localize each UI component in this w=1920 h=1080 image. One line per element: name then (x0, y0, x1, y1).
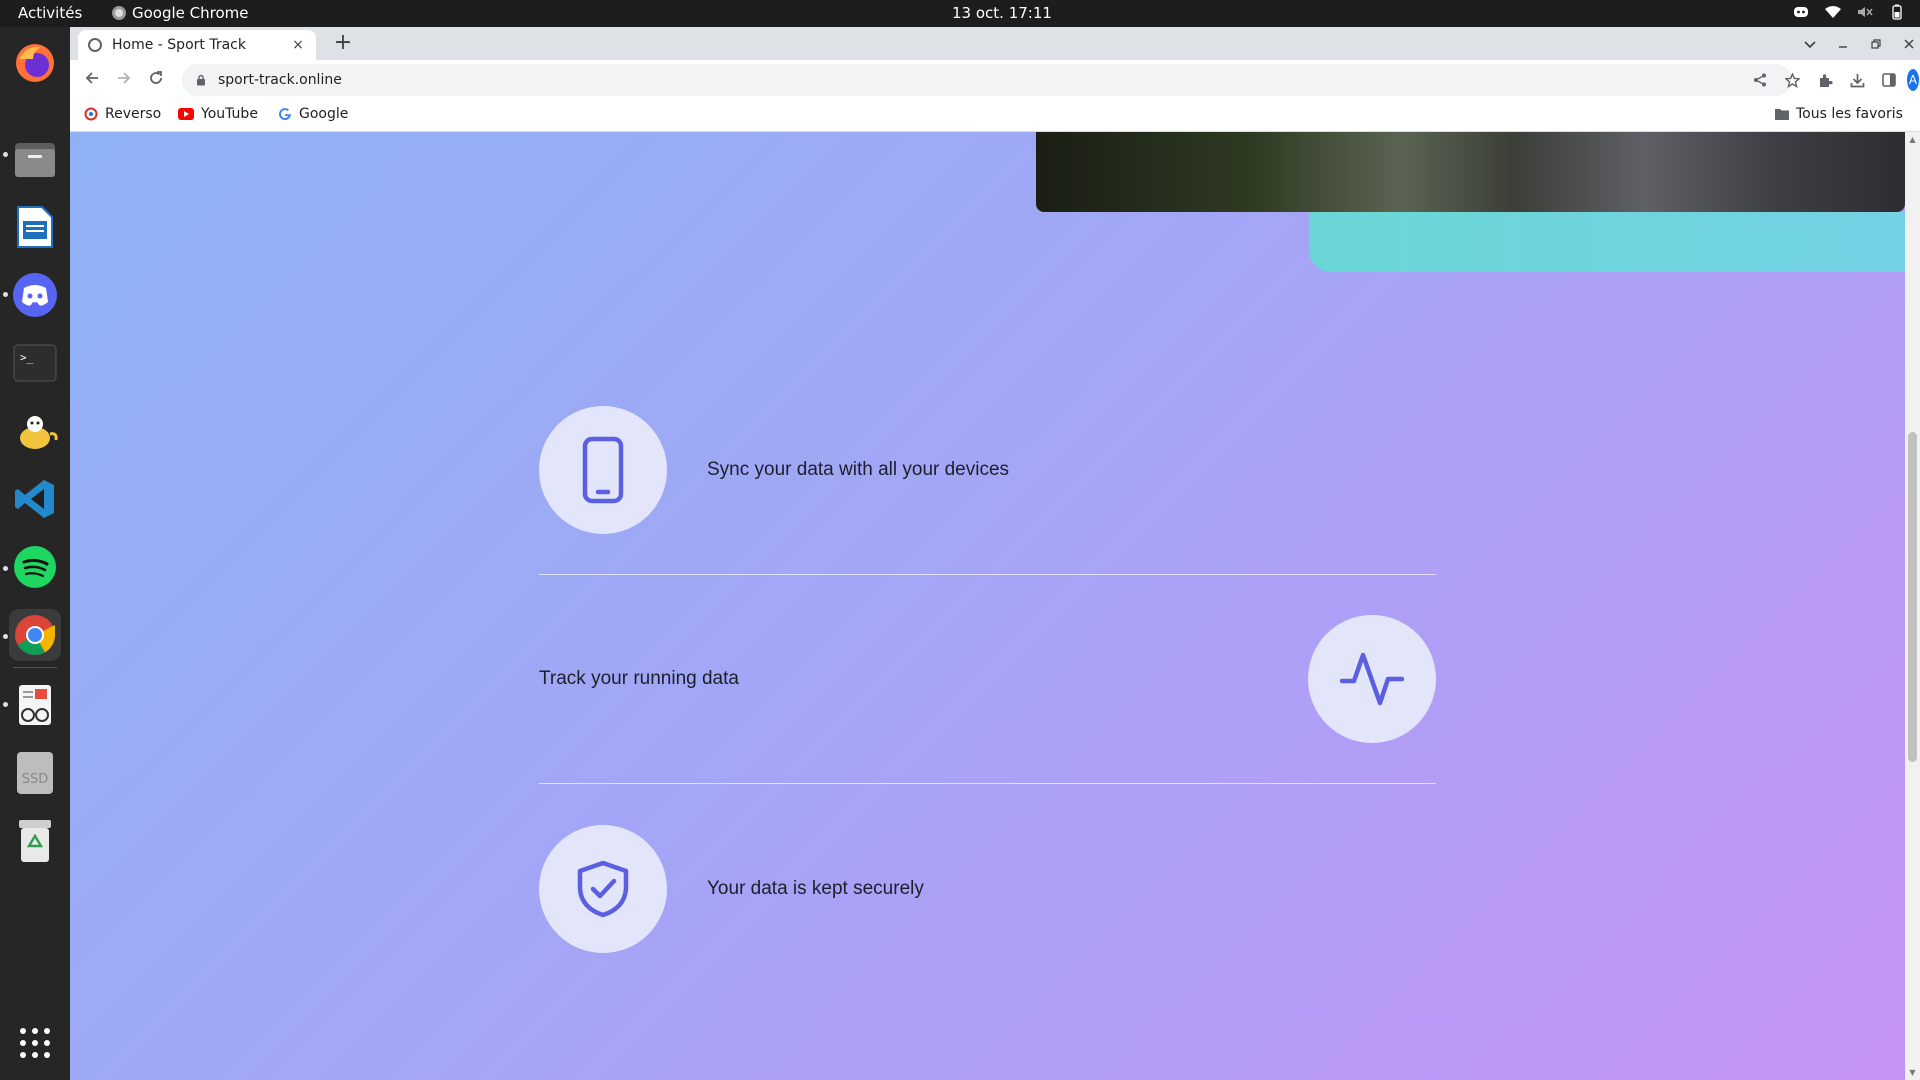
running-indicator (3, 292, 8, 297)
discord-tray-icon[interactable] (1792, 3, 1810, 21)
running-indicator (3, 634, 8, 639)
battery-icon[interactable] (1888, 3, 1906, 21)
running-indicator (3, 152, 8, 157)
running-indicator (3, 566, 8, 571)
globe-favicon-icon (88, 38, 102, 52)
new-tab-button[interactable]: + (330, 31, 356, 57)
app-name: Google Chrome (132, 4, 249, 22)
all-bookmarks-label: Tous les favoris (1796, 106, 1903, 122)
avatar: A (1907, 69, 1919, 91)
page-scrollbar[interactable]: ▲ ▼ (1905, 132, 1920, 1080)
bookmark-youtube[interactable]: YouTube (178, 106, 258, 122)
discord-icon[interactable] (9, 269, 61, 321)
volume-muted-icon[interactable] (1856, 3, 1874, 21)
feature-icon-circle (539, 824, 667, 953)
feature-text: Your data is kept securely (707, 877, 924, 899)
close-tab-icon[interactable]: × (290, 37, 306, 53)
browser-window: Home - Sport Track × + sport-track.onlin… (70, 27, 1920, 1080)
folder-icon (1775, 109, 1789, 120)
terminal-icon[interactable]: >_ (9, 337, 61, 389)
url-text: sport-track.online (218, 72, 342, 88)
scroll-up-icon[interactable]: ▲ (1908, 135, 1917, 144)
spotify-icon[interactable] (9, 541, 61, 593)
feature-sync: Sync your data with all your devices (539, 366, 1436, 575)
feature-security: Your data is kept securely (539, 784, 1436, 993)
tab-search-chevron-icon[interactable] (1797, 31, 1823, 57)
google-icon (279, 108, 291, 121)
share-icon[interactable] (1746, 64, 1774, 96)
features-list: Sync your data with all your devices Tra… (539, 366, 1436, 993)
reader-icon[interactable] (9, 679, 61, 731)
feature-track: Track your running data (539, 575, 1436, 784)
running-indicator (3, 702, 8, 707)
tab-strip: Home - Sport Track × + (70, 27, 1920, 60)
web-page: Sync your data with all your devices Tra… (70, 132, 1905, 1080)
reload-icon[interactable] (142, 66, 170, 94)
scroll-thumb[interactable] (1908, 432, 1917, 762)
close-window-icon[interactable] (1896, 31, 1920, 57)
activities-button[interactable]: Activités (18, 4, 82, 22)
downloads-icon[interactable] (1843, 66, 1871, 94)
minimize-icon[interactable] (1830, 31, 1856, 57)
bookmark-label: YouTube (201, 106, 258, 122)
vscode-icon[interactable] (9, 473, 61, 525)
app-menu[interactable]: Google Chrome (112, 4, 249, 22)
trash-icon[interactable] (9, 815, 61, 867)
address-bar[interactable]: sport-track.online (182, 64, 1792, 96)
system-tray[interactable] (1792, 3, 1906, 21)
files-icon[interactable] (9, 133, 61, 185)
bookmark-reverso[interactable]: Reverso (84, 106, 161, 122)
chrome-small-icon (112, 6, 126, 20)
shield-check-icon (577, 860, 629, 917)
feature-icon-circle (1308, 615, 1436, 743)
feature-text: Sync your data with all your devices (707, 459, 1010, 480)
dock-separator (13, 667, 57, 668)
dock: >_ SSD (0, 27, 70, 1080)
firefox-icon[interactable] (9, 37, 61, 89)
tab-title: Home - Sport Track (112, 37, 246, 53)
system-top-bar: Activités Google Chrome 13 oct. 17:11 (0, 0, 1920, 27)
hero-photo (1036, 132, 1905, 212)
forward-icon[interactable] (110, 66, 138, 94)
lock-icon (197, 74, 205, 86)
all-bookmarks[interactable]: Tous les favoris (1775, 106, 1903, 122)
scroll-down-icon[interactable]: ▼ (1908, 1068, 1917, 1077)
bookmark-label: Google (299, 106, 349, 122)
tab-home-sport-track[interactable]: Home - Sport Track × (78, 30, 316, 60)
ssd-icon[interactable]: SSD (9, 747, 61, 799)
svg-text:SSD: SSD (22, 772, 49, 787)
bookmark-google[interactable]: Google (278, 106, 348, 122)
youtube-icon (178, 108, 194, 120)
apps-grid-icon[interactable] (9, 1017, 61, 1069)
decorative-teal-shape (1309, 212, 1905, 272)
restore-icon[interactable] (1863, 31, 1889, 57)
activity-pulse-icon (1340, 652, 1404, 706)
chrome-icon[interactable] (9, 609, 61, 661)
back-icon[interactable] (78, 66, 106, 94)
side-panel-icon[interactable] (1875, 66, 1903, 94)
reverso-icon (84, 107, 98, 121)
feature-icon-circle (539, 406, 667, 534)
wifi-icon[interactable] (1824, 3, 1842, 21)
profile-avatar[interactable]: A (1907, 66, 1919, 94)
clock[interactable]: 13 oct. 17:11 (952, 4, 1052, 22)
bookmark-label: Reverso (105, 106, 162, 122)
bookmark-star-icon[interactable] (1778, 64, 1806, 96)
extensions-icon[interactable] (1811, 66, 1839, 94)
writer-icon[interactable] (9, 201, 61, 253)
teapot-icon[interactable] (9, 405, 61, 457)
bookmarks-bar: Reverso YouTube Google Tous les favoris (70, 100, 1920, 132)
feature-text: Track your running data (539, 668, 739, 689)
phone-icon (582, 436, 624, 504)
browser-toolbar: sport-track.online A (70, 60, 1920, 100)
svg-text:>_: >_ (20, 351, 34, 364)
